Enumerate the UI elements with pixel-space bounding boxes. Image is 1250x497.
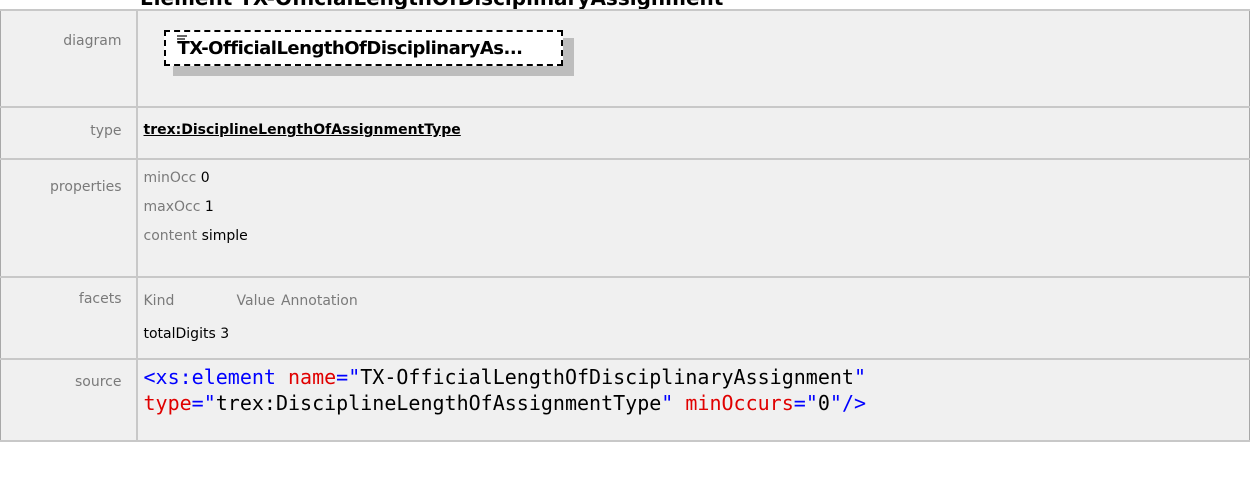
xml-attr-name: name: [288, 365, 337, 389]
diagram-row: diagram TX-OfficialLengthOfDisciplinaryA…: [0, 9, 1250, 108]
type-row: type trex:DisciplineLengthOfAssignmentTy…: [0, 106, 1250, 160]
xml-tag-close: />: [841, 391, 867, 415]
property-content: content simple: [144, 222, 1250, 251]
property-key: minOcc: [143, 170, 197, 186]
diagram-value-cell: TX-OfficialLengthOfDisciplinaryAs...: [136, 9, 1250, 108]
source-value-cell: <xs:element name="TX-OfficialLengthOfDis…: [136, 358, 1250, 442]
element-diagram[interactable]: TX-OfficialLengthOfDisciplinaryAs...: [163, 30, 574, 76]
properties-value-cell: minOcc 0 maxOcc 1 content simple: [136, 158, 1250, 278]
facets-header-kind: Kind: [143, 293, 175, 309]
source-label: source: [75, 374, 122, 390]
element-documentation-table: diagram TX-OfficialLengthOfDisciplinaryA…: [0, 9, 1250, 442]
property-value: 0: [200, 170, 210, 186]
facets-header-value: Value: [236, 293, 275, 309]
diagram-label-cell: diagram: [0, 9, 138, 108]
facets-row: facets Kind Value Annotation totalDigits …: [0, 276, 1250, 360]
source-label-cell: source: [0, 358, 138, 442]
facet-row: totalDigits 3: [144, 326, 1250, 342]
xml-attr-value: 0: [817, 391, 830, 415]
xml-attr-value: trex:DisciplineLengthOfAssignmentType: [215, 391, 662, 415]
facet-value: 3: [220, 326, 230, 342]
diagram-element-name: TX-OfficialLengthOfDisciplinaryAs...: [177, 38, 524, 59]
type-label-cell: type: [0, 106, 138, 160]
xml-attr-name: type: [143, 391, 192, 415]
diagram-label: diagram: [63, 33, 122, 49]
property-key: content: [143, 228, 198, 244]
type-value-cell: trex:DisciplineLengthOfAssignmentType: [136, 106, 1250, 160]
xml-attr-value: TX-OfficialLengthOfDisciplinaryAssignmen…: [360, 365, 854, 389]
property-min-occurs: minOcc 0: [144, 164, 1250, 193]
type-label: type: [90, 123, 122, 139]
source-row: source <xs:element name="TX-OfficialLeng…: [0, 358, 1250, 442]
facets-header: Kind Value Annotation: [144, 288, 1250, 314]
xml-attr-name: minOccurs: [685, 391, 794, 415]
facets-header-annotation: Annotation: [280, 293, 358, 309]
type-link[interactable]: trex:DisciplineLengthOfAssignmentType: [144, 122, 461, 138]
properties-label-cell: properties: [0, 158, 138, 278]
property-max-occurs: maxOcc 1: [144, 193, 1250, 222]
facets-label: facets: [78, 291, 122, 307]
property-key: maxOcc: [143, 199, 201, 215]
properties-label: properties: [50, 179, 122, 195]
property-value: simple: [201, 228, 248, 244]
facets-value-cell: Kind Value Annotation totalDigits 3: [136, 276, 1250, 360]
facet-kind: totalDigits: [143, 326, 216, 342]
property-value: 1: [204, 199, 214, 215]
diagram-element-box[interactable]: TX-OfficialLengthOfDisciplinaryAs...: [163, 30, 563, 66]
properties-row: properties minOcc 0 maxOcc 1 content sim…: [0, 158, 1250, 278]
xml-tag: <xs:element: [143, 365, 276, 389]
xml-source-code: <xs:element name="TX-OfficialLengthOfDis…: [143, 365, 867, 415]
facets-label-cell: facets: [0, 276, 138, 360]
